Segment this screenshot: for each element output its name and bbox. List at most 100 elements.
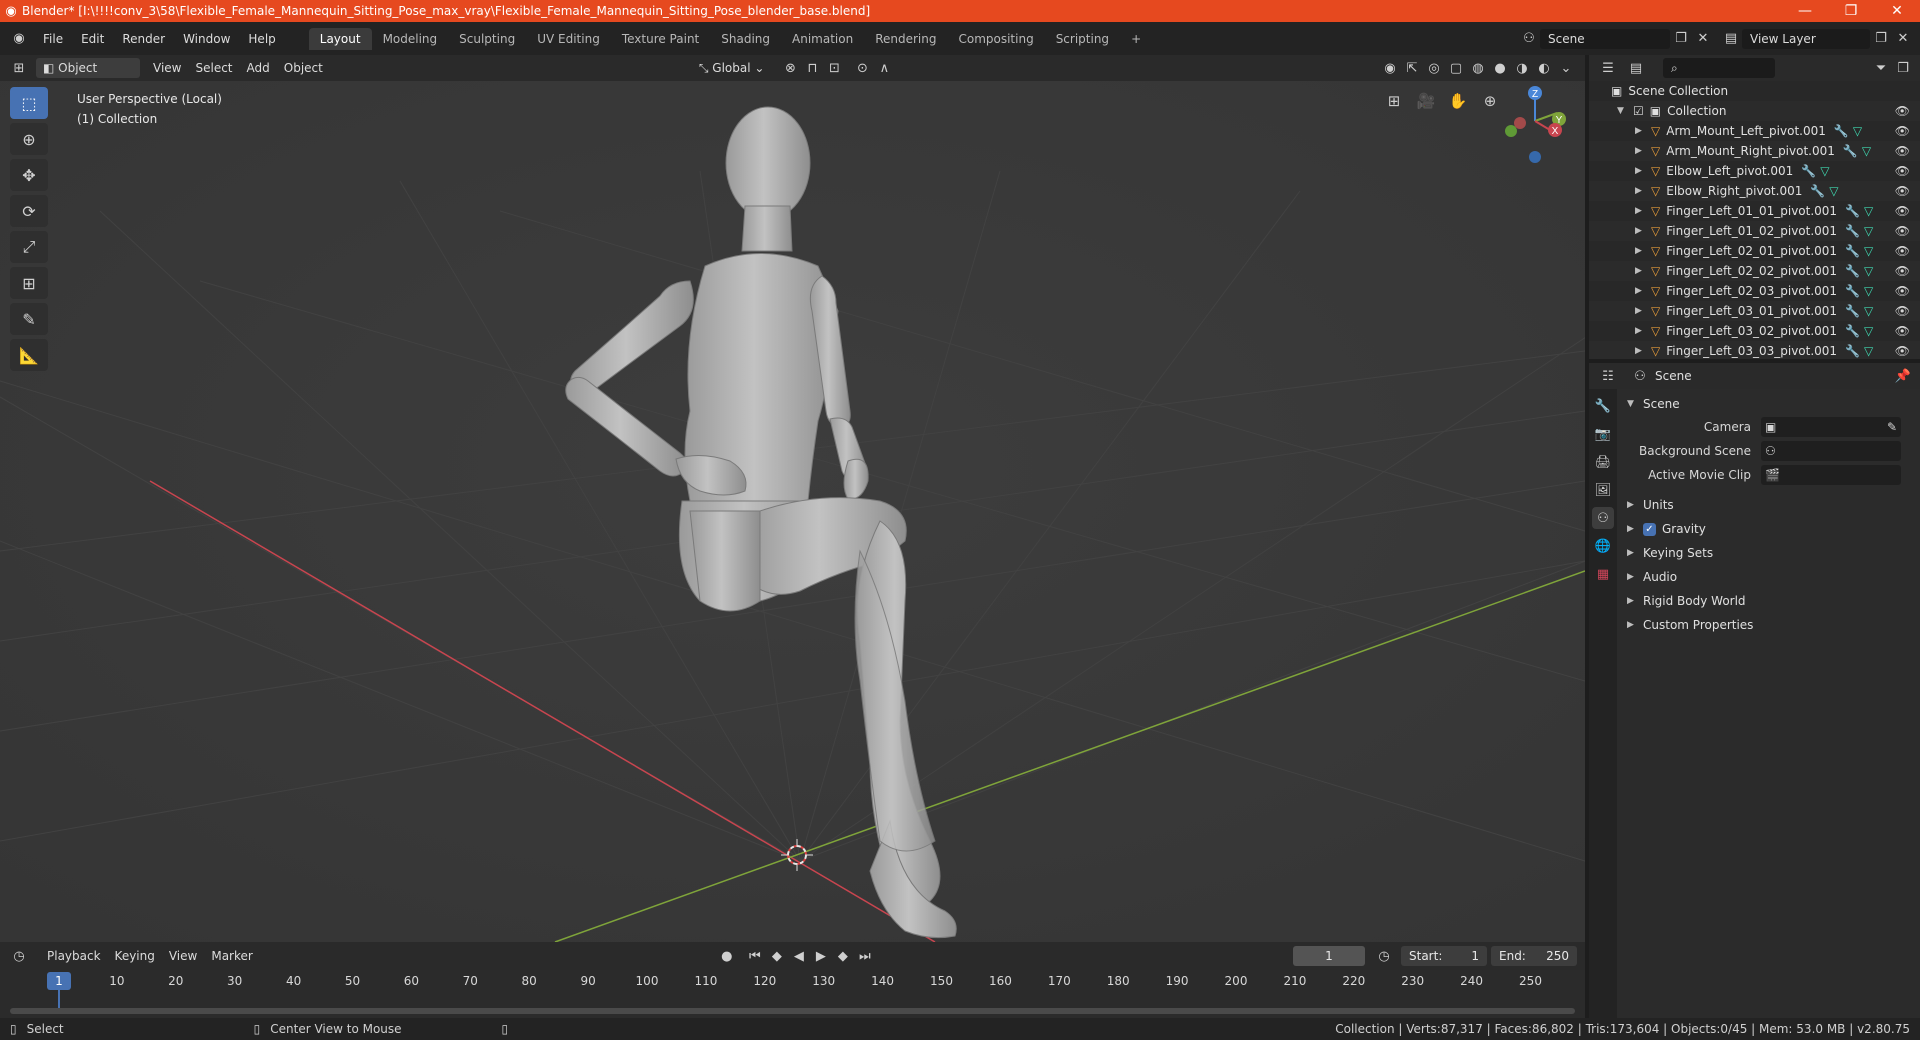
collapsed-triangle-icon[interactable]: ▶ bbox=[1635, 266, 1643, 276]
visibility-eye-icon[interactable]: 👁 bbox=[1895, 104, 1910, 118]
outliner-search-input[interactable]: ⌕ bbox=[1663, 58, 1775, 78]
properties-editor-icon[interactable]: ☷ bbox=[1597, 366, 1619, 386]
outliner-object-row[interactable]: ▶ ▽ Finger_Left_01_01_pivot.001 🔧 ▽ 👁 bbox=[1589, 201, 1920, 221]
gizmo-toggle-icon[interactable]: ⇱ bbox=[1401, 58, 1423, 78]
collapsed-triangle-icon[interactable]: ▶ bbox=[1635, 126, 1643, 136]
navigation-gizmo[interactable]: Z Y X bbox=[1495, 81, 1575, 171]
delete-view-layer-icon[interactable]: ✕ bbox=[1892, 29, 1914, 49]
material-shading-icon[interactable]: ◑ bbox=[1511, 58, 1533, 78]
visibility-eye-icon[interactable]: 👁 bbox=[1895, 284, 1910, 298]
tab-shading[interactable]: Shading bbox=[710, 28, 781, 50]
measure-tool-icon[interactable]: 📐 bbox=[10, 339, 48, 371]
pivot-point-icon[interactable]: ⊗ bbox=[779, 58, 801, 78]
scene-selector[interactable]: Scene bbox=[1540, 28, 1670, 49]
overlays-icon[interactable]: ◎ bbox=[1423, 58, 1445, 78]
output-properties-icon[interactable]: 🖨 bbox=[1592, 451, 1614, 473]
active-movie-clip-field[interactable]: 🎬 bbox=[1761, 465, 1901, 485]
texture-properties-icon[interactable]: ▦ bbox=[1592, 563, 1614, 585]
scene-properties-icon[interactable]: ⚇ bbox=[1592, 507, 1614, 529]
pan-hand-icon[interactable]: ✋ bbox=[1444, 87, 1472, 115]
tab-layout[interactable]: Layout bbox=[308, 27, 372, 50]
scene-panel-header[interactable]: ▼ Scene bbox=[1617, 393, 1920, 415]
outliner-object-row[interactable]: ▶ ▽ Finger_Left_03_03_pivot.001 🔧 ▽ 👁 bbox=[1589, 341, 1920, 359]
visibility-icon[interactable]: ◉ bbox=[1379, 58, 1401, 78]
collapsed-triangle-icon[interactable]: ▶ bbox=[1635, 286, 1643, 296]
collapsed-triangle-icon[interactable]: ▶ bbox=[1635, 306, 1643, 316]
object-mode-dropdown[interactable]: ◧ Object Mode ⌄ bbox=[36, 58, 140, 95]
filter-icon[interactable]: ⏷ bbox=[1870, 58, 1892, 78]
menu-render[interactable]: Render bbox=[113, 28, 174, 50]
collapsed-triangle-icon[interactable]: ▶ bbox=[1635, 226, 1643, 236]
grid-view-icon[interactable]: ⊞ bbox=[1380, 87, 1408, 115]
gizmo-neg-x[interactable] bbox=[1514, 117, 1526, 129]
falloff-icon[interactable]: ∧ bbox=[873, 58, 895, 78]
jump-keyframe-back-icon[interactable]: ◆ bbox=[766, 946, 788, 966]
gizmo-neg-z[interactable] bbox=[1529, 151, 1541, 163]
eyedropper-icon[interactable]: ✎ bbox=[1887, 420, 1897, 434]
jump-keyframe-forward-icon[interactable]: ◆ bbox=[832, 946, 854, 966]
snap-icon[interactable]: ⊓ bbox=[801, 58, 823, 78]
outliner-object-row[interactable]: ▶ ▽ Arm_Mount_Right_pivot.001 🔧 ▽ 👁 bbox=[1589, 141, 1920, 161]
visibility-eye-icon[interactable]: 👁 bbox=[1895, 124, 1910, 138]
visibility-eye-icon[interactable]: 👁 bbox=[1895, 204, 1910, 218]
view-layer-selector[interactable]: View Layer bbox=[1742, 28, 1870, 49]
rigid-body-world-panel[interactable]: ▶ Rigid Body World bbox=[1617, 589, 1920, 613]
tab-modeling[interactable]: Modeling bbox=[372, 28, 449, 50]
gizmo-neg-y[interactable] bbox=[1505, 125, 1517, 137]
outliner-scene-collection[interactable]: ▣ Scene Collection bbox=[1589, 81, 1920, 101]
playhead[interactable]: 1 bbox=[47, 972, 71, 990]
outliner-object-row[interactable]: ▶ ▽ Finger_Left_02_02_pivot.001 🔧 ▽ 👁 bbox=[1589, 261, 1920, 281]
tab-compositing[interactable]: Compositing bbox=[947, 28, 1044, 50]
jump-start-icon[interactable]: ⏮ bbox=[744, 946, 766, 966]
visibility-eye-icon[interactable]: 👁 bbox=[1895, 244, 1910, 258]
cursor-tool-icon[interactable]: ⊕ bbox=[10, 123, 48, 155]
transform-tool-icon[interactable]: ⊞ bbox=[10, 267, 48, 299]
tool-properties-icon[interactable]: 🔧 bbox=[1592, 395, 1614, 417]
rotate-tool-icon[interactable]: ⟳ bbox=[10, 195, 48, 227]
tab-uv-editing[interactable]: UV Editing bbox=[526, 28, 611, 50]
visibility-eye-icon[interactable]: 👁 bbox=[1895, 344, 1910, 358]
collection-checkbox-icon[interactable]: ☑ bbox=[1633, 104, 1644, 118]
keying-sets-panel[interactable]: ▶ Keying Sets bbox=[1617, 541, 1920, 565]
outliner-object-row[interactable]: ▶ ▽ Elbow_Right_pivot.001 🔧 ▽ 👁 bbox=[1589, 181, 1920, 201]
timeline-scrollbar[interactable] bbox=[10, 1008, 1575, 1014]
visibility-eye-icon[interactable]: 👁 bbox=[1895, 144, 1910, 158]
close-button[interactable]: ✕ bbox=[1874, 0, 1920, 22]
collapsed-triangle-icon[interactable]: ▶ bbox=[1635, 166, 1643, 176]
outliner-object-row[interactable]: ▶ ▽ Finger_Left_03_01_pivot.001 🔧 ▽ 👁 bbox=[1589, 301, 1920, 321]
outliner-collection[interactable]: ▼ ☑ ▣ Collection 👁 bbox=[1589, 101, 1920, 121]
transform-orientation-dropdown[interactable]: ⤡ Global ⌄ bbox=[692, 58, 772, 78]
view-layer-properties-icon[interactable]: 🖼 bbox=[1592, 479, 1614, 501]
menu-add[interactable]: Add bbox=[240, 58, 277, 78]
visibility-eye-icon[interactable]: 👁 bbox=[1895, 164, 1910, 178]
outliner-object-row[interactable]: ▶ ▽ Finger_Left_02_01_pivot.001 🔧 ▽ 👁 bbox=[1589, 241, 1920, 261]
menu-help[interactable]: Help bbox=[239, 28, 284, 50]
menu-file[interactable]: File bbox=[34, 28, 72, 50]
pin-icon[interactable]: 📌 bbox=[1892, 366, 1914, 386]
collapsed-triangle-icon[interactable]: ▶ bbox=[1635, 326, 1643, 336]
preview-range-icon[interactable]: ◷ bbox=[1373, 946, 1395, 966]
collapsed-triangle-icon[interactable]: ▶ bbox=[1635, 246, 1643, 256]
new-scene-icon[interactable]: ❐ bbox=[1670, 29, 1692, 49]
collapsed-triangle-icon[interactable]: ▶ bbox=[1635, 206, 1643, 216]
new-view-layer-icon[interactable]: ❐ bbox=[1870, 29, 1892, 49]
annotate-tool-icon[interactable]: ✎ bbox=[10, 303, 48, 335]
3d-viewport[interactable]: ⬚ ⊕ ✥ ⟳ ⤢ ⊞ ✎ 📐 User Perspective (Local)… bbox=[0, 81, 1585, 942]
collapsed-triangle-icon[interactable]: ▶ bbox=[1635, 186, 1643, 196]
outliner-object-row[interactable]: ▶ ▽ Finger_Left_03_02_pivot.001 🔧 ▽ 👁 bbox=[1589, 321, 1920, 341]
custom-properties-panel[interactable]: ▶ Custom Properties bbox=[1617, 613, 1920, 637]
outliner-editor-icon[interactable]: ☰ bbox=[1597, 58, 1619, 78]
tab-rendering[interactable]: Rendering bbox=[864, 28, 947, 50]
add-workspace-button[interactable]: + bbox=[1120, 28, 1152, 50]
visibility-eye-icon[interactable]: 👁 bbox=[1895, 264, 1910, 278]
editor-type-icon[interactable]: ⊞ bbox=[8, 58, 30, 78]
tab-sculpting[interactable]: Sculpting bbox=[448, 28, 526, 50]
tab-texture-paint[interactable]: Texture Paint bbox=[611, 28, 710, 50]
gravity-checkbox[interactable]: ✓ bbox=[1643, 522, 1656, 536]
start-frame-field[interactable]: Start: 1 bbox=[1401, 946, 1487, 966]
world-properties-icon[interactable]: 🌐 bbox=[1592, 535, 1614, 557]
menu-keying[interactable]: Keying bbox=[108, 946, 162, 966]
visibility-eye-icon[interactable]: 👁 bbox=[1895, 224, 1910, 238]
menu-edit[interactable]: Edit bbox=[72, 28, 113, 50]
menu-view[interactable]: View bbox=[146, 58, 188, 78]
